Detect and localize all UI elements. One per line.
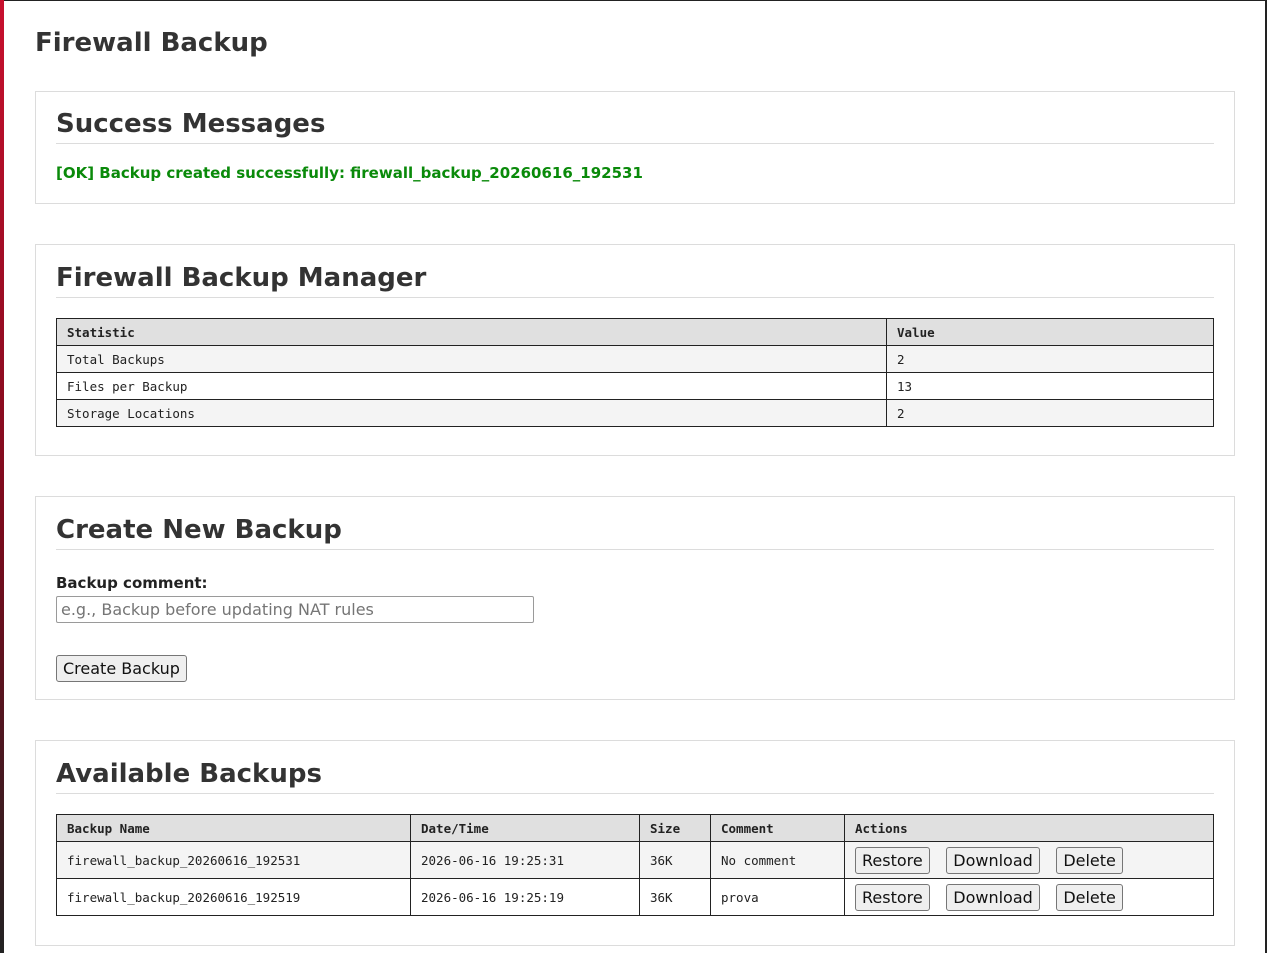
size-column-header: Size	[639, 814, 711, 842]
download-button[interactable]: Download	[946, 883, 1040, 911]
datetime-column-header: Date/Time	[410, 814, 640, 842]
statistic-name: Files per Backup	[56, 372, 887, 400]
backup-actions: Restore Download Delete	[844, 878, 1214, 916]
statistics-row: Files per Backup 13	[56, 372, 1214, 400]
statistic-column-header: Statistic	[56, 318, 887, 346]
backup-size: 36K	[639, 878, 711, 916]
statistic-name: Total Backups	[56, 345, 887, 373]
restore-button[interactable]: Restore	[855, 883, 930, 911]
backups-header-row: Backup Name Date/Time Size Comment Actio…	[56, 814, 1214, 842]
success-messages-heading: Success Messages	[56, 109, 1214, 144]
delete-button[interactable]: Delete	[1056, 883, 1123, 911]
statistic-value: 2	[886, 399, 1214, 427]
backup-actions: Restore Download Delete	[844, 841, 1214, 879]
backup-datetime: 2026-06-16 19:25:19	[410, 878, 640, 916]
backup-comment: No comment	[710, 841, 845, 879]
create-backup-heading: Create New Backup	[56, 515, 1214, 550]
backup-datetime: 2026-06-16 19:25:31	[410, 841, 640, 879]
backup-name-column-header: Backup Name	[56, 814, 411, 842]
backup-row: firewall_backup_20260616_192531 2026-06-…	[56, 841, 1214, 879]
available-backups-section: Available Backups Backup Name Date/Time …	[35, 740, 1235, 946]
create-backup-section: Create New Backup Backup comment: Create…	[35, 496, 1235, 700]
backup-name: firewall_backup_20260616_192531	[56, 841, 411, 879]
download-button[interactable]: Download	[946, 846, 1040, 874]
window-left-accent-bar	[0, 0, 4, 953]
statistic-value: 2	[886, 345, 1214, 373]
backup-manager-section: Firewall Backup Manager Statistic Value …	[35, 244, 1235, 456]
window-top-border	[0, 0, 1267, 1]
backup-row: firewall_backup_20260616_192519 2026-06-…	[56, 878, 1214, 916]
backup-manager-heading: Firewall Backup Manager	[56, 263, 1214, 298]
page-title: Firewall Backup	[35, 28, 268, 58]
statistics-table: Statistic Value Total Backups 2 Files pe…	[56, 318, 1214, 427]
delete-button[interactable]: Delete	[1056, 846, 1123, 874]
statistic-value: 13	[886, 372, 1214, 400]
statistics-header-row: Statistic Value	[56, 318, 1214, 346]
backup-name: firewall_backup_20260616_192519	[56, 878, 411, 916]
available-backups-heading: Available Backups	[56, 759, 1214, 794]
value-column-header: Value	[886, 318, 1214, 346]
backup-size: 36K	[639, 841, 711, 879]
success-messages-section: Success Messages [OK] Backup created suc…	[35, 91, 1235, 204]
backups-table: Backup Name Date/Time Size Comment Actio…	[56, 814, 1214, 916]
comment-column-header: Comment	[710, 814, 845, 842]
backup-comment-input[interactable]	[56, 596, 534, 623]
statistics-row: Total Backups 2	[56, 345, 1214, 373]
success-message: [OK] Backup created successfully: firewa…	[56, 164, 643, 182]
actions-column-header: Actions	[844, 814, 1214, 842]
backup-comment-label: Backup comment:	[56, 574, 208, 592]
create-backup-button[interactable]: Create Backup	[56, 655, 187, 682]
backup-comment: prova	[710, 878, 845, 916]
statistics-row: Storage Locations 2	[56, 399, 1214, 427]
restore-button[interactable]: Restore	[855, 846, 930, 874]
statistic-name: Storage Locations	[56, 399, 887, 427]
